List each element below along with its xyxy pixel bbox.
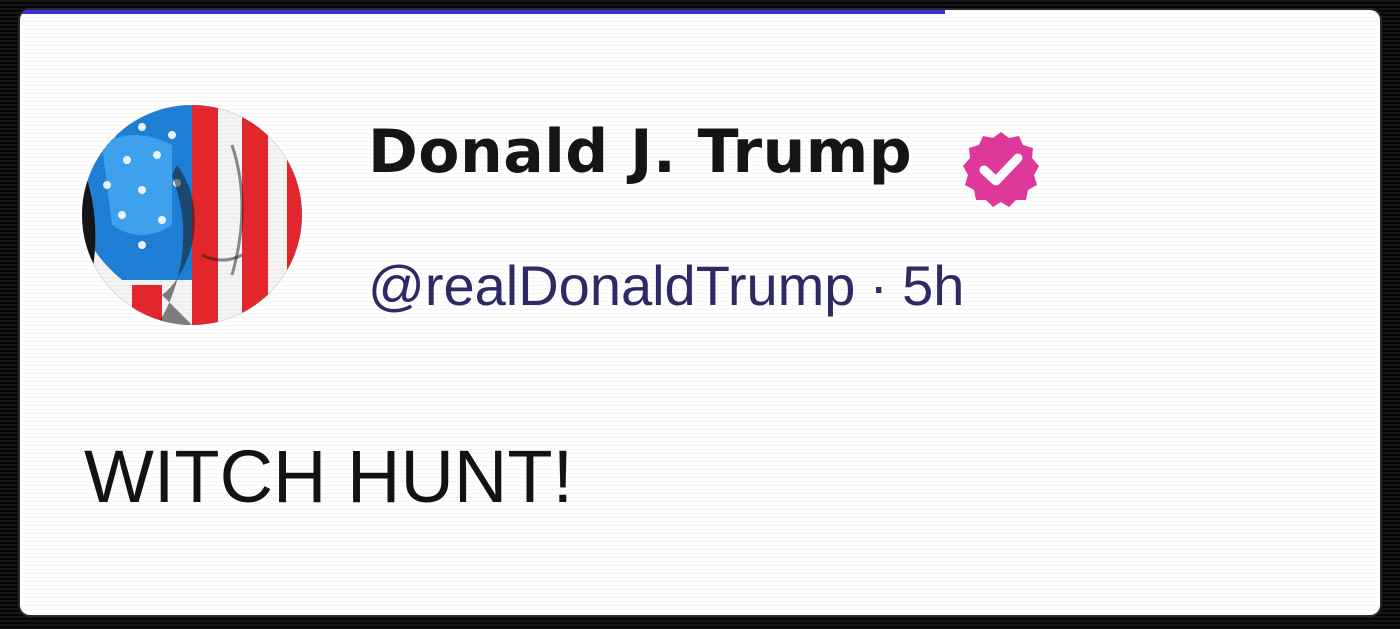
author-display-name[interactable]: Donald J. Trump (368, 122, 912, 182)
verified-badge-icon (963, 132, 1039, 207)
meta-separator: · (869, 254, 889, 317)
post-text: WITCH HUNT! (84, 435, 574, 518)
progress-bar (20, 10, 1380, 14)
flag-portrait-avatar-icon (82, 105, 302, 325)
progress-bar-fill (20, 10, 945, 14)
post-timestamp[interactable]: 5h (902, 254, 964, 317)
author-handle[interactable]: @realDonaldTrump (368, 254, 855, 317)
post-card[interactable]: Donald J. Trump @realDonaldTrump · 5h WITC… (20, 10, 1380, 615)
author-avatar[interactable] (82, 105, 302, 325)
post-meta: @realDonaldTrump · 5h (368, 258, 964, 314)
